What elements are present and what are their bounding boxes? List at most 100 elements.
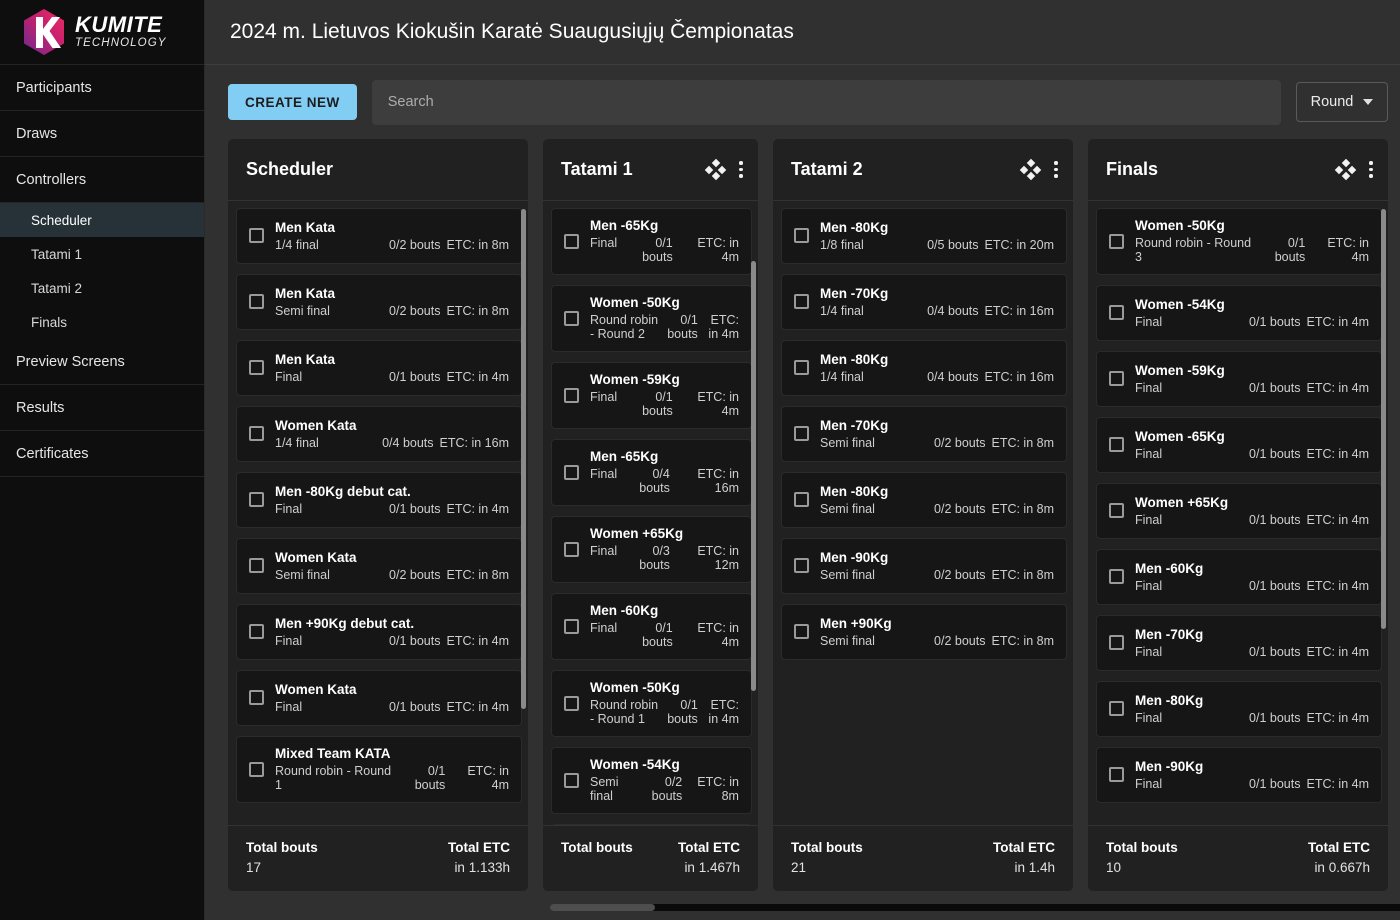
bout-card[interactable]: Women -65KgFinal0/1 boutsETC: in 4m <box>1096 417 1382 473</box>
move-handle-icon[interactable] <box>1021 160 1040 179</box>
bout-card[interactable]: Women -50KgRound robin - Round 30/1 bout… <box>1096 208 1382 275</box>
bout-card[interactable]: Women -54KgFinal0/1 boutsETC: in 4m <box>1096 285 1382 341</box>
bout-card[interactable]: Women -59KgFinal0/1 boutsETC: in 4m <box>1096 351 1382 407</box>
brand-logo[interactable]: KUMITE TECHNOLOGY <box>0 0 204 65</box>
bout-card-stage: Final <box>590 544 617 572</box>
bout-card-checkbox[interactable] <box>1109 569 1124 584</box>
bout-card-checkbox[interactable] <box>249 228 264 243</box>
move-handle-icon[interactable] <box>706 160 725 179</box>
bout-card-checkbox[interactable] <box>794 558 809 573</box>
bout-card-checkbox[interactable] <box>249 360 264 375</box>
sidebar-item-participants[interactable]: Participants <box>0 65 204 111</box>
header-bar: 2024 m. Lietuvos Kiokušin Karatė Suaugus… <box>205 0 1400 65</box>
bout-card-checkbox[interactable] <box>794 228 809 243</box>
bout-card-etc: ETC: in 8m <box>446 238 509 252</box>
bout-card[interactable]: Men KataFinal0/1 boutsETC: in 4m <box>236 340 522 396</box>
bout-card-checkbox[interactable] <box>564 542 579 557</box>
sidebar-item-controllers[interactable]: Controllers <box>0 157 204 203</box>
sidebar-item-draws[interactable]: Draws <box>0 111 204 157</box>
bout-card[interactable]: Men -80KgFinal0/1 boutsETC: in 4m <box>1096 681 1382 737</box>
bout-card[interactable]: Women Kata1/4 final0/4 boutsETC: in 16m <box>236 406 522 462</box>
bout-card-checkbox[interactable] <box>794 492 809 507</box>
bout-card-checkbox[interactable] <box>1109 437 1124 452</box>
bout-card[interactable]: Men -70Kg1/4 final0/4 boutsETC: in 16m <box>781 274 1067 330</box>
bout-card[interactable]: Men -90KgFinal0/1 boutsETC: in 4m <box>1096 747 1382 803</box>
bout-card[interactable]: Men +90Kg debut cat.Final0/1 boutsETC: i… <box>236 604 522 660</box>
more-options-icon[interactable] <box>739 161 743 178</box>
bout-card[interactable]: Women KataSemi final0/2 boutsETC: in 8m <box>236 538 522 594</box>
bout-card-checkbox[interactable] <box>249 762 264 777</box>
bout-card-checkbox[interactable] <box>794 360 809 375</box>
bout-card-stage: 1/4 final <box>275 436 376 450</box>
bout-card[interactable]: Women +65KgFinal0/3 boutsETC: in 12m <box>551 516 752 583</box>
bout-card-checkbox[interactable] <box>794 426 809 441</box>
create-new-button[interactable]: CREATE NEW <box>228 84 357 120</box>
sidebar-item-tatami-1[interactable]: Tatami 1 <box>0 237 204 271</box>
bout-card-checkbox[interactable] <box>564 619 579 634</box>
bout-card[interactable]: Men -65KgFinal0/1 boutsETC: in 4m <box>551 208 752 275</box>
bout-card[interactable]: Women -54KgSemi final0/2 boutsETC: in 8m <box>551 747 752 814</box>
bout-card[interactable]: Women -50KgRound robin - Round 20/1 bout… <box>551 285 752 352</box>
bout-card[interactable]: Men -70KgFinal0/1 boutsETC: in 4m <box>1096 615 1382 671</box>
bout-card[interactable]: Mixed Team KATARound robin - Round 10/1 … <box>236 736 522 803</box>
search-input[interactable] <box>372 80 1281 125</box>
move-handle-icon[interactable] <box>1336 160 1355 179</box>
more-options-icon[interactable] <box>1369 161 1373 178</box>
board-horizontal-scrollbar-thumb[interactable] <box>550 904 655 911</box>
bout-card[interactable]: Men -80Kg1/8 final0/5 boutsETC: in 20m <box>781 208 1067 264</box>
bout-card[interactable]: Women -59KgSemi final0/2 boutsETC: in 8m <box>551 824 752 825</box>
more-options-icon[interactable] <box>1054 161 1058 178</box>
bout-card-checkbox[interactable] <box>249 558 264 573</box>
bout-card-checkbox[interactable] <box>1109 371 1124 386</box>
bout-card[interactable]: Men KataSemi final0/2 boutsETC: in 8m <box>236 274 522 330</box>
bout-card-bouts: 0/1 bouts <box>667 698 698 726</box>
bout-card[interactable]: Men -80KgSemi final0/2 boutsETC: in 8m <box>781 472 1067 528</box>
bout-card-checkbox[interactable] <box>794 624 809 639</box>
bout-card-checkbox[interactable] <box>1109 305 1124 320</box>
bout-card-checkbox[interactable] <box>1109 701 1124 716</box>
bout-card-checkbox[interactable] <box>249 426 264 441</box>
bout-card[interactable]: Men -80Kg1/4 final0/4 boutsETC: in 16m <box>781 340 1067 396</box>
bout-card-checkbox[interactable] <box>564 773 579 788</box>
bout-card[interactable]: Men -70KgSemi final0/2 boutsETC: in 8m <box>781 406 1067 462</box>
bout-card-checkbox[interactable] <box>1109 234 1124 249</box>
bout-card-stage: Semi final <box>590 775 635 803</box>
column-vertical-scrollbar[interactable] <box>751 261 756 691</box>
sidebar-item-scheduler[interactable]: Scheduler <box>0 203 204 237</box>
bout-card[interactable]: Women -59KgFinal0/1 boutsETC: in 4m <box>551 362 752 429</box>
bout-card-checkbox[interactable] <box>794 294 809 309</box>
bout-card-checkbox[interactable] <box>1109 767 1124 782</box>
bout-card-checkbox[interactable] <box>1109 503 1124 518</box>
sidebar-item-preview-screens[interactable]: Preview Screens <box>0 339 204 385</box>
bout-card-stage: 1/8 final <box>820 238 921 252</box>
bout-card[interactable]: Men -65KgFinal0/4 boutsETC: in 16m <box>551 439 752 506</box>
bout-card[interactable]: Men -80Kg debut cat.Final0/1 boutsETC: i… <box>236 472 522 528</box>
board-horizontal-scrollbar[interactable] <box>550 904 1400 911</box>
bout-card[interactable]: Men -60KgFinal0/1 boutsETC: in 4m <box>551 593 752 660</box>
bout-card[interactable]: Men +90KgSemi final0/2 boutsETC: in 8m <box>781 604 1067 660</box>
round-select[interactable]: Round <box>1296 82 1388 122</box>
sidebar-item-certificates[interactable]: Certificates <box>0 431 204 477</box>
bout-card-checkbox[interactable] <box>249 492 264 507</box>
bout-card[interactable]: Women KataFinal0/1 boutsETC: in 4m <box>236 670 522 726</box>
column-footer: Total boutsTotal ETCin 1.467h <box>543 825 758 891</box>
bout-card-checkbox[interactable] <box>1109 635 1124 650</box>
sidebar-item-finals[interactable]: Finals <box>0 305 204 339</box>
bout-card-checkbox[interactable] <box>249 690 264 705</box>
bout-card[interactable]: Men -90KgSemi final0/2 boutsETC: in 8m <box>781 538 1067 594</box>
bout-card-checkbox[interactable] <box>564 234 579 249</box>
sidebar-item-results[interactable]: Results <box>0 385 204 431</box>
bout-card[interactable]: Women -50KgRound robin - Round 10/1 bout… <box>551 670 752 737</box>
bout-card[interactable]: Men Kata1/4 final0/2 boutsETC: in 8m <box>236 208 522 264</box>
bout-card-checkbox[interactable] <box>564 696 579 711</box>
bout-card-checkbox[interactable] <box>564 465 579 480</box>
bout-card[interactable]: Men -60KgFinal0/1 boutsETC: in 4m <box>1096 549 1382 605</box>
bout-card-checkbox[interactable] <box>249 624 264 639</box>
bout-card[interactable]: Women +65KgFinal0/1 boutsETC: in 4m <box>1096 483 1382 539</box>
column-vertical-scrollbar[interactable] <box>521 209 526 709</box>
bout-card-checkbox[interactable] <box>564 311 579 326</box>
column-vertical-scrollbar[interactable] <box>1381 209 1386 629</box>
bout-card-checkbox[interactable] <box>249 294 264 309</box>
bout-card-checkbox[interactable] <box>564 388 579 403</box>
sidebar-item-tatami-2[interactable]: Tatami 2 <box>0 271 204 305</box>
